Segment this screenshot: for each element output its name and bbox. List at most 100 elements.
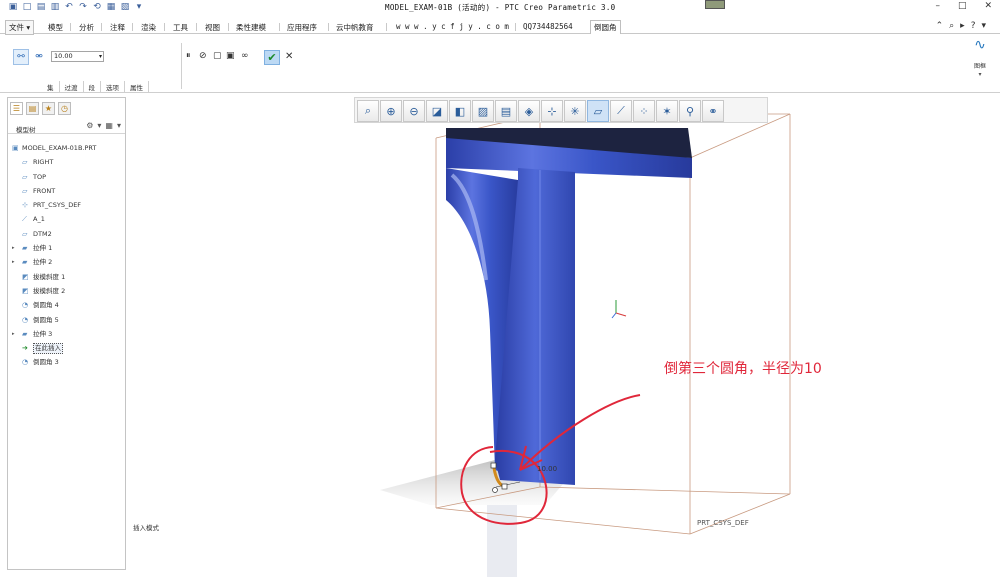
minimize-icon[interactable]: –: [935, 1, 940, 11]
repaint-icon[interactable]: ◪: [426, 100, 448, 122]
point-display-icon[interactable]: ⁘: [633, 100, 655, 122]
zoom-in-icon[interactable]: ⊕: [380, 100, 402, 122]
tree-item[interactable]: ⊹ PRT_CSYS_DEF: [12, 198, 124, 212]
expand-icon[interactable]: ▸: [12, 255, 15, 269]
separate-preview-icon[interactable]: ▢: [213, 51, 222, 61]
display-style-icon[interactable]: ◧: [449, 100, 471, 122]
expand-icon[interactable]: ⌃: [936, 21, 944, 31]
tree-item[interactable]: ▱ DTM2: [12, 227, 124, 241]
chevron-down-icon[interactable]: ▾: [97, 121, 101, 130]
tab-annotate[interactable]: 注释: [107, 21, 128, 34]
datum-display-filters-icon[interactable]: ✳: [564, 100, 586, 122]
verify-preview-icon[interactable]: ▣: [226, 51, 235, 61]
tree-item[interactable]: ▸ ▰ 拉伸 3: [12, 327, 124, 341]
tab-options[interactable]: 选项: [101, 81, 125, 93]
redo-icon[interactable]: ↷: [78, 2, 88, 12]
annotation-display-icon[interactable]: ⚲: [679, 100, 701, 122]
app-icon[interactable]: ▣: [8, 2, 18, 12]
dimension-label[interactable]: 10.00: [537, 465, 557, 473]
tree-item[interactable]: ▱ RIGHT: [12, 155, 124, 169]
drag-handle[interactable]: [501, 483, 508, 490]
tab-custom-education[interactable]: 云中帆教育: [333, 21, 377, 34]
tree-item[interactable]: ▱ FRONT: [12, 184, 124, 198]
customize-qat-icon[interactable]: ▾: [134, 2, 144, 12]
frame-panel[interactable]: ∿ 图框 ▾: [968, 37, 992, 78]
tree-item[interactable]: ◔ 倒圆角 5: [12, 313, 124, 327]
csys-display-icon[interactable]: ✶: [656, 100, 678, 122]
glasses-preview-icon[interactable]: ∞: [241, 51, 249, 61]
model-tree-tab-icon[interactable]: ☰: [10, 102, 23, 115]
tab-applications[interactable]: 应用程序: [284, 21, 320, 34]
tab-model[interactable]: 模型: [45, 21, 66, 34]
tab-render[interactable]: 渲染: [138, 21, 159, 34]
tree-item[interactable]: ➔ 在此插入: [12, 341, 124, 355]
annotation-filter-icon[interactable]: ⚭: [702, 100, 724, 122]
window-title: MODEL_EXAM-01B (活动的) - PTC Creo Parametr…: [385, 3, 616, 12]
tab-view[interactable]: 视图: [202, 21, 223, 34]
graphics-window[interactable]: 10.00 倒第三个圆角，半径为10 PRT_CSYS_DEF: [128, 95, 1000, 577]
pause-icon[interactable]: ⏸: [186, 51, 191, 61]
plane-display-icon[interactable]: ▱: [587, 100, 609, 122]
open-file-icon[interactable]: ▤: [36, 2, 46, 12]
axis-display-icon[interactable]: ⟋: [610, 100, 632, 122]
show-icon[interactable]: ▦: [105, 121, 113, 130]
search-options-icon[interactable]: ▸: [960, 21, 965, 31]
tab-tools[interactable]: 工具: [170, 21, 191, 34]
zoom-out-icon[interactable]: ⊖: [403, 100, 425, 122]
apply-check-icon[interactable]: ✔: [264, 50, 280, 65]
tree-item[interactable]: ▸ ▰ 拉伸 1: [12, 241, 124, 255]
full-round-icon[interactable]: ⚮: [31, 49, 47, 65]
file-menu[interactable]: 文件 ▾: [5, 20, 35, 35]
folder-browser-tab-icon[interactable]: ▤: [26, 102, 39, 115]
view-manager-icon[interactable]: ▤: [495, 100, 517, 122]
save-icon[interactable]: ▥: [50, 2, 60, 12]
spin-center-icon[interactable]: ⊹: [541, 100, 563, 122]
close-window-icon[interactable]: ▧: [120, 2, 130, 12]
settings-icon[interactable]: ⚙: [86, 121, 93, 130]
constant-round-icon[interactable]: ⚯: [13, 49, 29, 65]
tree-item[interactable]: ◩ 拔模斜度 1: [12, 270, 124, 284]
regenerate-icon[interactable]: ⟲: [92, 2, 102, 12]
tab-divider: [196, 23, 197, 31]
tab-properties[interactable]: 属性: [125, 81, 149, 93]
tree-item[interactable]: ⟋ A_1: [12, 212, 124, 226]
no-preview-icon[interactable]: ⊘: [199, 51, 207, 61]
chevron-down-icon[interactable]: ▾: [117, 121, 121, 130]
tab-website[interactable]: w w w . y c f j y . c o m: [393, 21, 512, 32]
tree-item[interactable]: ◔ 倒圆角 3: [12, 355, 124, 369]
tab-sets[interactable]: 集: [42, 81, 60, 93]
close-icon[interactable]: ✕: [984, 1, 992, 11]
tree-item[interactable]: ◩ 拔模斜度 2: [12, 284, 124, 298]
tree-item[interactable]: ▸ ▰ 拉伸 2: [12, 255, 124, 269]
cancel-icon[interactable]: ✕: [285, 51, 293, 62]
perspective-view-icon[interactable]: ◈: [518, 100, 540, 122]
tab-round[interactable]: 倒圆角: [590, 20, 621, 34]
chevron-down-icon[interactable]: ▾: [99, 52, 102, 61]
maximize-icon[interactable]: □: [958, 1, 967, 11]
drag-handle[interactable]: [490, 462, 497, 469]
tab-pieces[interactable]: 段: [84, 81, 101, 93]
tree-item[interactable]: ◔ 倒圆角 4: [12, 298, 124, 312]
tree-item[interactable]: ▣ MODEL_EXAM-01B.PRT: [12, 141, 124, 155]
tab-flexible-modeling[interactable]: 柔性建模: [233, 21, 269, 34]
help-dropdown-icon[interactable]: ▾: [981, 21, 986, 31]
expand-icon[interactable]: ▸: [12, 241, 15, 255]
tree-item[interactable]: ▱ TOP: [12, 170, 124, 184]
favorites-tab-icon[interactable]: ★: [42, 102, 55, 115]
help-icon[interactable]: ?: [971, 21, 976, 31]
saved-orientations-icon[interactable]: ▨: [472, 100, 494, 122]
expand-icon[interactable]: ▸: [12, 327, 15, 341]
windows-icon[interactable]: ▦: [106, 2, 116, 12]
part-icon: ▣: [12, 144, 19, 152]
undo-icon[interactable]: ↶: [64, 2, 74, 12]
tab-analysis[interactable]: 分析: [76, 21, 97, 34]
search-icon[interactable]: ⌕: [949, 21, 954, 31]
tab-transitions[interactable]: 过渡: [60, 81, 84, 93]
new-file-icon[interactable]: □: [22, 2, 32, 12]
history-tab-icon[interactable]: ◷: [58, 102, 71, 115]
refit-icon[interactable]: ⌕: [357, 100, 379, 122]
drag-handle[interactable]: [492, 487, 498, 493]
radius-input[interactable]: 10.00 ▾: [51, 51, 104, 62]
chevron-down-icon[interactable]: ▾: [968, 71, 992, 78]
tab-qq[interactable]: QQ734482564: [520, 21, 576, 32]
